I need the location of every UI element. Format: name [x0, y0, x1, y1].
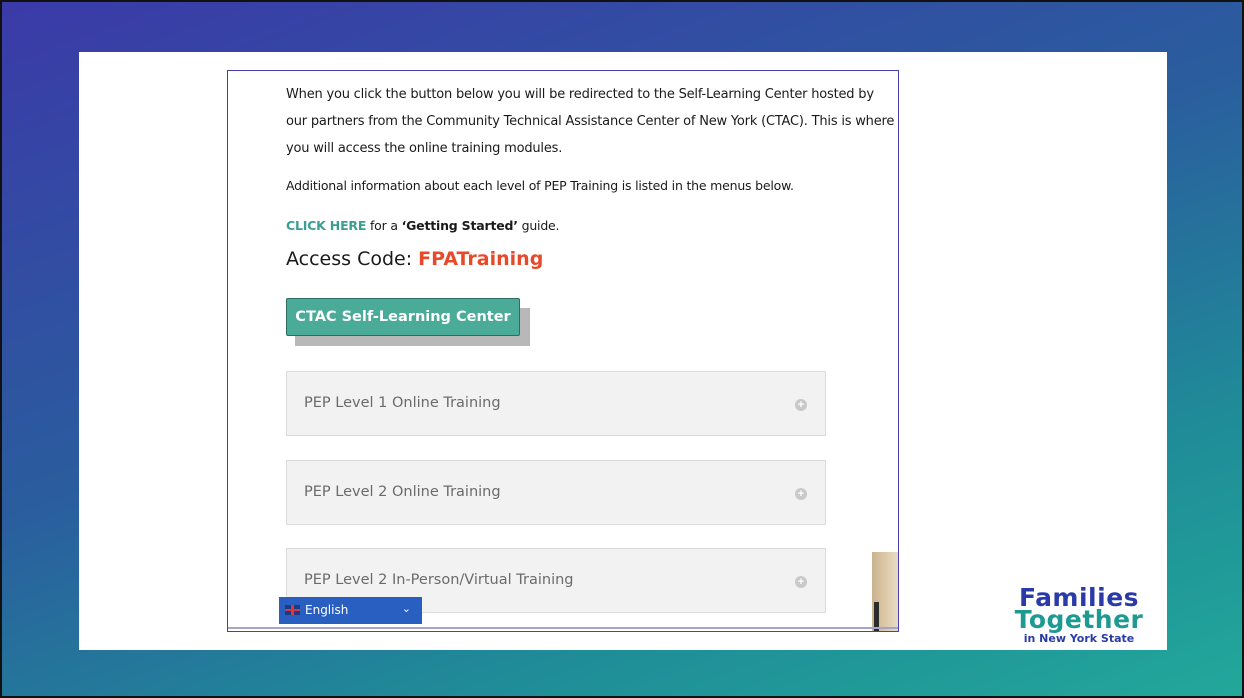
- click-here-link[interactable]: CLICK HERE: [286, 218, 366, 233]
- language-selector[interactable]: English ⌄: [279, 597, 422, 624]
- accordion-title: PEP Level 2 Online Training: [304, 484, 501, 500]
- getting-started-text-before: for a: [369, 218, 402, 233]
- expand-plus-icon: +: [795, 576, 807, 588]
- getting-started-text-after: guide.: [517, 218, 560, 233]
- accordion-title: PEP Level 1 Online Training: [304, 395, 501, 411]
- partial-photo-image: [872, 552, 898, 631]
- expand-plus-icon: +: [795, 399, 807, 411]
- getting-started-guide-label: ‘Getting Started’: [401, 218, 518, 233]
- access-code-value: FPATraining: [418, 248, 544, 270]
- language-selected-label: English: [305, 603, 349, 617]
- accordion-title: PEP Level 2 In-Person/Virtual Training: [304, 572, 574, 588]
- logo-line-state: in New York State: [1023, 632, 1135, 645]
- logo-line-together: Together: [1014, 605, 1144, 634]
- embedded-webpage-screenshot: When you click the button below you will…: [227, 70, 899, 632]
- expand-plus-icon: +: [795, 488, 807, 500]
- additional-info-text: Additional information about each level …: [286, 178, 794, 193]
- accordion-item-pep-level-2-online[interactable]: PEP Level 2 Online Training +: [286, 460, 826, 525]
- getting-started-line: CLICK HERE for a ‘Getting Started’ guide…: [286, 212, 896, 239]
- access-code-line: Access Code: FPATraining: [286, 248, 543, 270]
- chevron-down-icon: ⌄: [401, 602, 411, 615]
- accordion-item-pep-level-1-online[interactable]: PEP Level 1 Online Training +: [286, 371, 826, 436]
- bottom-divider: [228, 627, 898, 629]
- uk-flag-icon: [285, 605, 300, 615]
- families-together-logo: Families Together in New York State: [1008, 585, 1150, 647]
- intro-paragraph: When you click the button below you will…: [286, 87, 895, 156]
- access-code-label: Access Code:: [286, 248, 419, 270]
- ctac-self-learning-center-button[interactable]: CTAC Self-Learning Center: [286, 298, 520, 336]
